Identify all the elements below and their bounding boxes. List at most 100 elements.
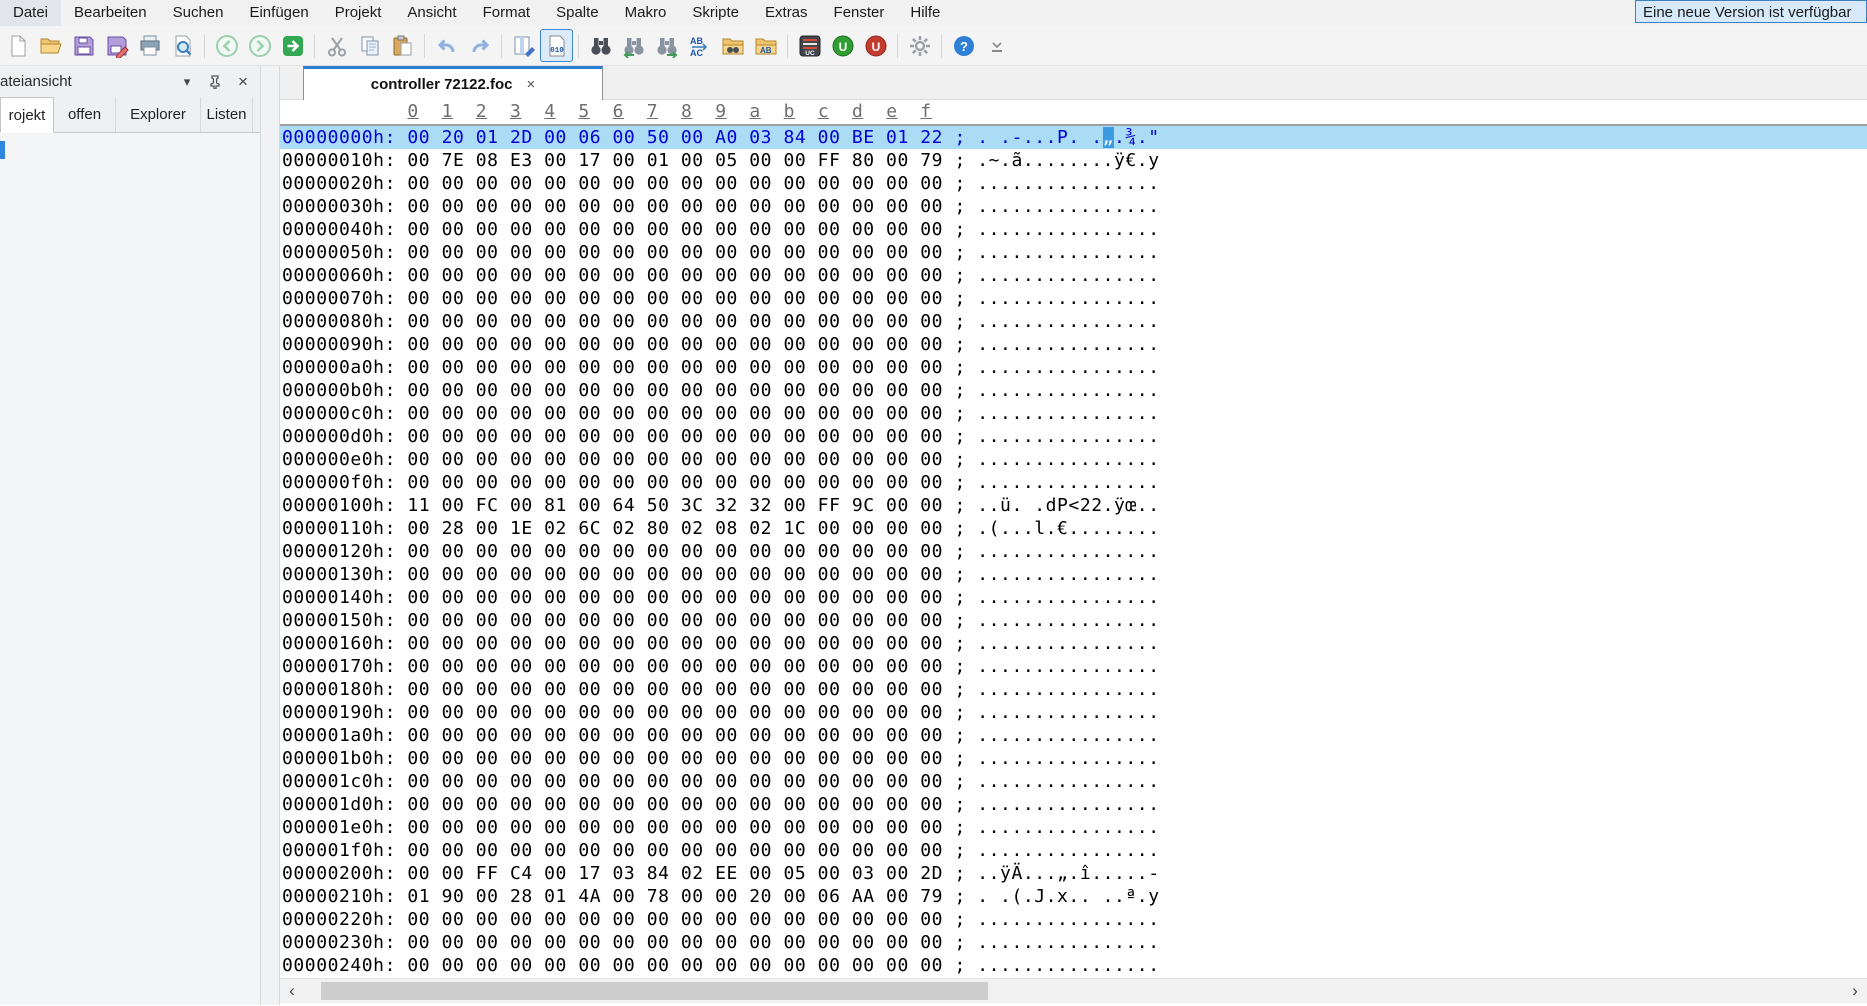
- hex-row[interactable]: 00000160h: 00 00 00 00 00 00 00 00 00 00…: [282, 632, 1867, 655]
- panel-pin-icon[interactable]: [206, 73, 224, 91]
- hex-row[interactable]: 00000010h: 00 7E 08 E3 00 17 00 01 00 05…: [282, 149, 1867, 172]
- hex-row[interactable]: 00000020h: 00 00 00 00 00 00 00 00 00 00…: [282, 172, 1867, 195]
- row-separator: ;: [943, 541, 977, 562]
- toolbar-overflow-button[interactable]: [981, 30, 1012, 61]
- hex-row[interactable]: 00000150h: 00 00 00 00 00 00 00 00 00 00…: [282, 609, 1867, 632]
- hex-row[interactable]: 000001b0h: 00 00 00 00 00 00 00 00 00 00…: [282, 747, 1867, 770]
- menu-skripte[interactable]: Skripte: [679, 0, 752, 26]
- hex-row[interactable]: 00000130h: 00 00 00 00 00 00 00 00 00 00…: [282, 563, 1867, 586]
- replace-in-files-button[interactable]: AB: [750, 30, 781, 61]
- row-separator: ;: [943, 886, 977, 907]
- menu-format[interactable]: Format: [470, 0, 544, 26]
- help-button[interactable]: ?: [948, 30, 979, 61]
- menu-bearbeiten[interactable]: Bearbeiten: [61, 0, 160, 26]
- hex-row[interactable]: 000001d0h: 00 00 00 00 00 00 00 00 00 00…: [282, 793, 1867, 816]
- redo-button[interactable]: [464, 30, 495, 61]
- hex-row[interactable]: 00000230h: 00 00 00 00 00 00 00 00 00 00…: [282, 931, 1867, 954]
- panel-tab-listen[interactable]: Listen: [201, 97, 253, 132]
- hex-row[interactable]: 00000040h: 00 00 00 00 00 00 00 00 00 00…: [282, 218, 1867, 241]
- find-button[interactable]: [585, 30, 616, 61]
- hex-row[interactable]: 000000d0h: 00 00 00 00 00 00 00 00 00 00…: [282, 425, 1867, 448]
- hex-row[interactable]: 00000120h: 00 00 00 00 00 00 00 00 00 00…: [282, 540, 1867, 563]
- hex-row[interactable]: 000000e0h: 00 00 00 00 00 00 00 00 00 00…: [282, 448, 1867, 471]
- scroll-left-icon[interactable]: ‹: [280, 979, 304, 1003]
- copy-button[interactable]: [354, 30, 385, 61]
- save-as-button[interactable]: [101, 30, 132, 61]
- horizontal-scrollbar[interactable]: ‹ ›: [280, 978, 1867, 1003]
- menu-datei[interactable]: Datei: [0, 0, 61, 26]
- row-address: 00000140h:: [282, 587, 396, 608]
- hex-row[interactable]: 00000210h: 01 90 00 28 01 4A 00 78 00 00…: [282, 885, 1867, 908]
- hex-row[interactable]: 00000170h: 00 00 00 00 00 00 00 00 00 00…: [282, 655, 1867, 678]
- undo-button[interactable]: [431, 30, 462, 61]
- scroll-right-icon[interactable]: ›: [1843, 979, 1867, 1003]
- menu-ansicht[interactable]: Ansicht: [394, 0, 469, 26]
- hex-editor[interactable]: 0 1 2 3 4 5 6 7 8 9 a b c d e f 00000000…: [280, 100, 1867, 978]
- nav-back-button[interactable]: [211, 30, 242, 61]
- menu-projekt[interactable]: Projekt: [322, 0, 395, 26]
- new-file-button[interactable]: [2, 30, 33, 61]
- panel-dropdown-icon[interactable]: ▾: [178, 73, 196, 91]
- panel-close-icon[interactable]: ×: [234, 73, 252, 91]
- settings-gear-button[interactable]: [904, 30, 935, 61]
- menu-hilfe[interactable]: Hilfe: [897, 0, 953, 26]
- panel-tab-rojekt[interactable]: rojekt: [0, 97, 54, 133]
- save-button[interactable]: [68, 30, 99, 61]
- document-tab-close-icon[interactable]: ×: [526, 76, 535, 93]
- hex-row[interactable]: 00000180h: 00 00 00 00 00 00 00 00 00 00…: [282, 678, 1867, 701]
- menu-extras[interactable]: Extras: [752, 0, 821, 26]
- hex-row[interactable]: 000000a0h: 00 00 00 00 00 00 00 00 00 00…: [282, 356, 1867, 379]
- ultrasentry-button[interactable]: U: [860, 30, 891, 61]
- print-preview-button[interactable]: [167, 30, 198, 61]
- hex-row[interactable]: 00000070h: 00 00 00 00 00 00 00 00 00 00…: [282, 287, 1867, 310]
- hex-row[interactable]: 00000030h: 00 00 00 00 00 00 00 00 00 00…: [282, 195, 1867, 218]
- find-previous-button[interactable]: [618, 30, 649, 61]
- hex-row[interactable]: 00000140h: 00 00 00 00 00 00 00 00 00 00…: [282, 586, 1867, 609]
- paste-button[interactable]: [387, 30, 418, 61]
- hex-row[interactable]: 00000090h: 00 00 00 00 00 00 00 00 00 00…: [282, 333, 1867, 356]
- print-button[interactable]: [134, 30, 165, 61]
- hex-row[interactable]: 000000f0h: 00 00 00 00 00 00 00 00 00 00…: [282, 471, 1867, 494]
- column-mode-button[interactable]: [508, 30, 539, 61]
- panel-splitter[interactable]: [260, 66, 280, 1005]
- row-bytes: 00 00 00 00 00 00 00 00 00 00 00 00 00 0…: [396, 449, 943, 470]
- hex-row[interactable]: 00000190h: 00 00 00 00 00 00 00 00 00 00…: [282, 701, 1867, 724]
- hex-row[interactable]: 00000220h: 00 00 00 00 00 00 00 00 00 00…: [282, 908, 1867, 931]
- hex-row[interactable]: 00000060h: 00 00 00 00 00 00 00 00 00 00…: [282, 264, 1867, 287]
- hex-row[interactable]: 00000110h: 00 28 00 1E 02 6C 02 80 02 08…: [282, 517, 1867, 540]
- find-in-files-button[interactable]: [717, 30, 748, 61]
- hex-row[interactable]: 000000b0h: 00 00 00 00 00 00 00 00 00 00…: [282, 379, 1867, 402]
- menu-fenster[interactable]: Fenster: [821, 0, 898, 26]
- panel-tab-explorer[interactable]: Explorer: [116, 97, 201, 132]
- ultracompare-button[interactable]: UC: [794, 30, 825, 61]
- menu-spalte[interactable]: Spalte: [543, 0, 612, 26]
- hex-row[interactable]: 00000050h: 00 00 00 00 00 00 00 00 00 00…: [282, 241, 1867, 264]
- hex-row[interactable]: 00000080h: 00 00 00 00 00 00 00 00 00 00…: [282, 310, 1867, 333]
- document-tab[interactable]: controller 72122.foc ×: [303, 66, 603, 100]
- open-folder-button[interactable]: [35, 30, 66, 61]
- go-arrow-button[interactable]: [277, 30, 308, 61]
- hex-row[interactable]: 00000100h: 11 00 FC 00 81 00 64 50 3C 32…: [282, 494, 1867, 517]
- update-notification[interactable]: Eine neue Version ist verfügbar: [1635, 0, 1867, 23]
- ultraedit-button[interactable]: U: [827, 30, 858, 61]
- hex-row[interactable]: 000001e0h: 00 00 00 00 00 00 00 00 00 00…: [282, 816, 1867, 839]
- find-next-button[interactable]: [651, 30, 682, 61]
- hex-row-selected[interactable]: 00000000h: 00 20 01 2D 00 06 00 50 00 A0…: [280, 126, 1867, 149]
- hex-row[interactable]: 000001f0h: 00 00 00 00 00 00 00 00 00 00…: [282, 839, 1867, 862]
- row-address: 000001b0h:: [282, 748, 396, 769]
- replace-button[interactable]: ABAC: [684, 30, 715, 61]
- nav-forward-button[interactable]: [244, 30, 275, 61]
- scrollbar-thumb[interactable]: [321, 982, 988, 1000]
- hex-row[interactable]: 000001a0h: 00 00 00 00 00 00 00 00 00 00…: [282, 724, 1867, 747]
- menu-einfuegen[interactable]: Einfügen: [236, 0, 321, 26]
- cut-button[interactable]: [321, 30, 352, 61]
- hex-mode-010-button[interactable]: 010: [541, 30, 572, 61]
- panel-tab-offen[interactable]: offen: [54, 97, 116, 132]
- hex-row[interactable]: 000001c0h: 00 00 00 00 00 00 00 00 00 00…: [282, 770, 1867, 793]
- menu-makro[interactable]: Makro: [612, 0, 680, 26]
- row-separator: ;: [943, 311, 977, 332]
- menu-suchen[interactable]: Suchen: [160, 0, 237, 26]
- hex-row[interactable]: 00000200h: 00 00 FF C4 00 17 03 84 02 EE…: [282, 862, 1867, 885]
- hex-row[interactable]: 000000c0h: 00 00 00 00 00 00 00 00 00 00…: [282, 402, 1867, 425]
- hex-row[interactable]: 00000240h: 00 00 00 00 00 00 00 00 00 00…: [282, 954, 1867, 977]
